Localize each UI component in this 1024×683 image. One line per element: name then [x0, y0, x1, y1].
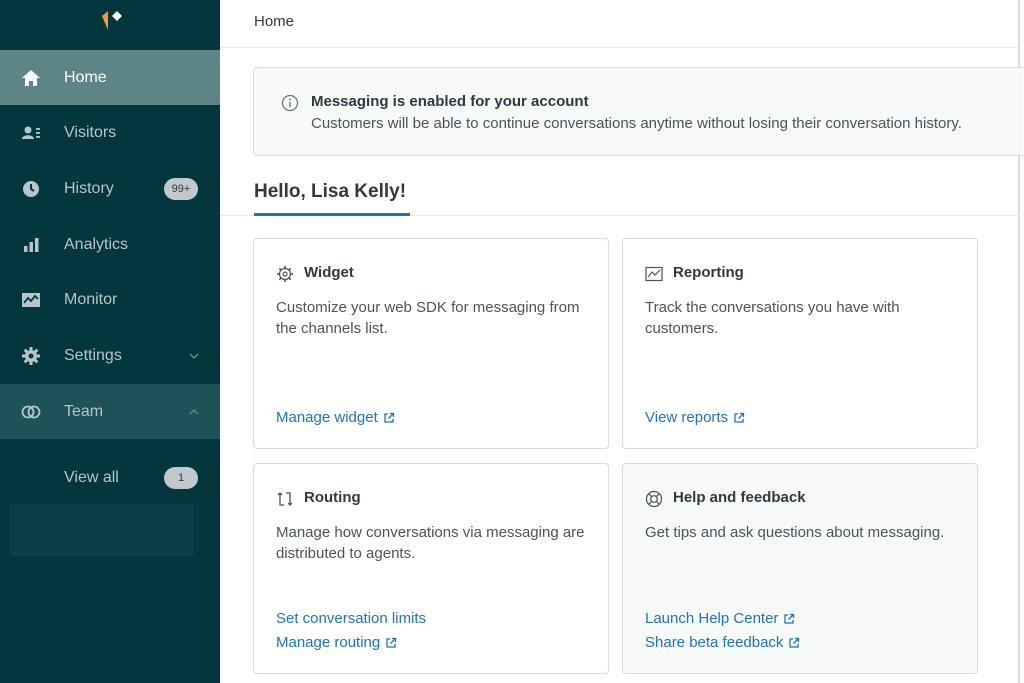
monitor-icon	[20, 289, 42, 311]
link-label: Manage routing	[276, 634, 381, 651]
notice-body: Customers will be able to continue conve…	[311, 115, 962, 132]
chevron-up-icon	[189, 408, 199, 414]
reporting-card: Reporting Track the conversations you ha…	[622, 238, 978, 449]
routing-card: Routing Manage how conversations via mes…	[253, 463, 609, 674]
external-link-icon	[789, 637, 800, 648]
view-reports-link[interactable]: View reports	[645, 409, 745, 426]
header-bar: Home	[220, 0, 1020, 48]
sidebar-item-label: Home	[64, 68, 107, 86]
card-description: Manage how conversations via messaging a…	[276, 524, 585, 562]
history-count-badge: 99+	[164, 177, 198, 200]
history-icon	[20, 178, 42, 200]
info-icon	[281, 94, 299, 112]
sidebar-item-label: Team	[64, 402, 104, 420]
sidebar-item-label: Visitors	[64, 123, 117, 141]
manage-widget-link[interactable]: Manage widget	[276, 409, 395, 426]
settings-icon	[20, 345, 42, 367]
link-label: Set conversation limits	[276, 610, 427, 627]
external-link-icon	[386, 637, 397, 648]
page-title: Hello, Lisa Kelly!	[254, 181, 407, 202]
active-tab-underline	[254, 213, 410, 216]
sidebar-item-label: History	[64, 179, 114, 197]
home-icon	[20, 67, 42, 89]
sidebar-empty-panel	[10, 504, 194, 556]
card-title: Routing	[304, 489, 361, 506]
logo-icon	[102, 11, 122, 30]
messaging-notice: Messaging is enabled for your account Cu…	[253, 67, 1023, 156]
external-link-icon	[784, 613, 795, 624]
sidebar-item-home[interactable]: Home	[0, 50, 220, 105]
routing-icon	[277, 492, 293, 506]
lifebuoy-icon	[645, 490, 663, 508]
launch-help-center-link[interactable]: Launch Help Center	[645, 610, 795, 627]
card-title: Reporting	[673, 264, 744, 281]
team-icon	[20, 401, 42, 423]
sidebar-item-visitors[interactable]: Visitors	[0, 105, 220, 160]
sidebar-item-analytics[interactable]: Analytics	[0, 217, 220, 272]
external-link-icon	[734, 412, 745, 423]
card-description: Customize your web SDK for messaging fro…	[276, 299, 580, 337]
widget-card: Widget Customize your web SDK for messag…	[253, 238, 609, 449]
line-chart-icon	[645, 266, 663, 282]
sidebar-subitem-label: View all	[64, 469, 119, 486]
sidebar-subitem-view-all[interactable]: View all 1	[0, 456, 220, 500]
breadcrumb: Home	[254, 13, 295, 30]
link-label: Share beta feedback	[645, 634, 784, 651]
card-description: Get tips and ask questions about messagi…	[645, 524, 945, 541]
sidebar-item-history[interactable]: History 99+	[0, 161, 220, 216]
external-link-icon	[384, 412, 394, 423]
sidebar: Home Visitors History 99+ Analytics Moni…	[0, 0, 220, 683]
notice-title: Messaging is enabled for your account	[311, 93, 589, 110]
card-title: Help and feedback	[673, 489, 806, 506]
set-conversation-limits-link[interactable]: Set conversation limits	[276, 610, 426, 627]
card-title: Widget	[304, 264, 354, 281]
sidebar-item-label: Analytics	[64, 235, 129, 253]
link-label: View reports	[645, 409, 729, 426]
visitors-icon	[20, 122, 42, 144]
link-label: Launch Help Center	[645, 610, 779, 627]
sidebar-item-label: Monitor	[64, 290, 118, 308]
view-all-count-badge: 1	[164, 467, 198, 489]
gear-icon	[277, 266, 293, 282]
chevron-down-icon	[189, 353, 199, 359]
analytics-icon	[20, 234, 42, 256]
sidebar-item-team[interactable]: Team	[0, 384, 220, 439]
link-label: Manage widget	[276, 409, 378, 426]
help-feedback-card: Help and feedback Get tips and ask quest…	[622, 463, 978, 674]
share-beta-feedback-link[interactable]: Share beta feedback	[645, 634, 800, 651]
manage-routing-link[interactable]: Manage routing	[276, 634, 397, 651]
card-description: Track the conversations you have with cu…	[645, 299, 900, 337]
sidebar-item-settings[interactable]: Settings	[0, 328, 220, 383]
sidebar-item-monitor[interactable]: Monitor	[0, 272, 220, 327]
sidebar-item-label: Settings	[64, 346, 122, 364]
